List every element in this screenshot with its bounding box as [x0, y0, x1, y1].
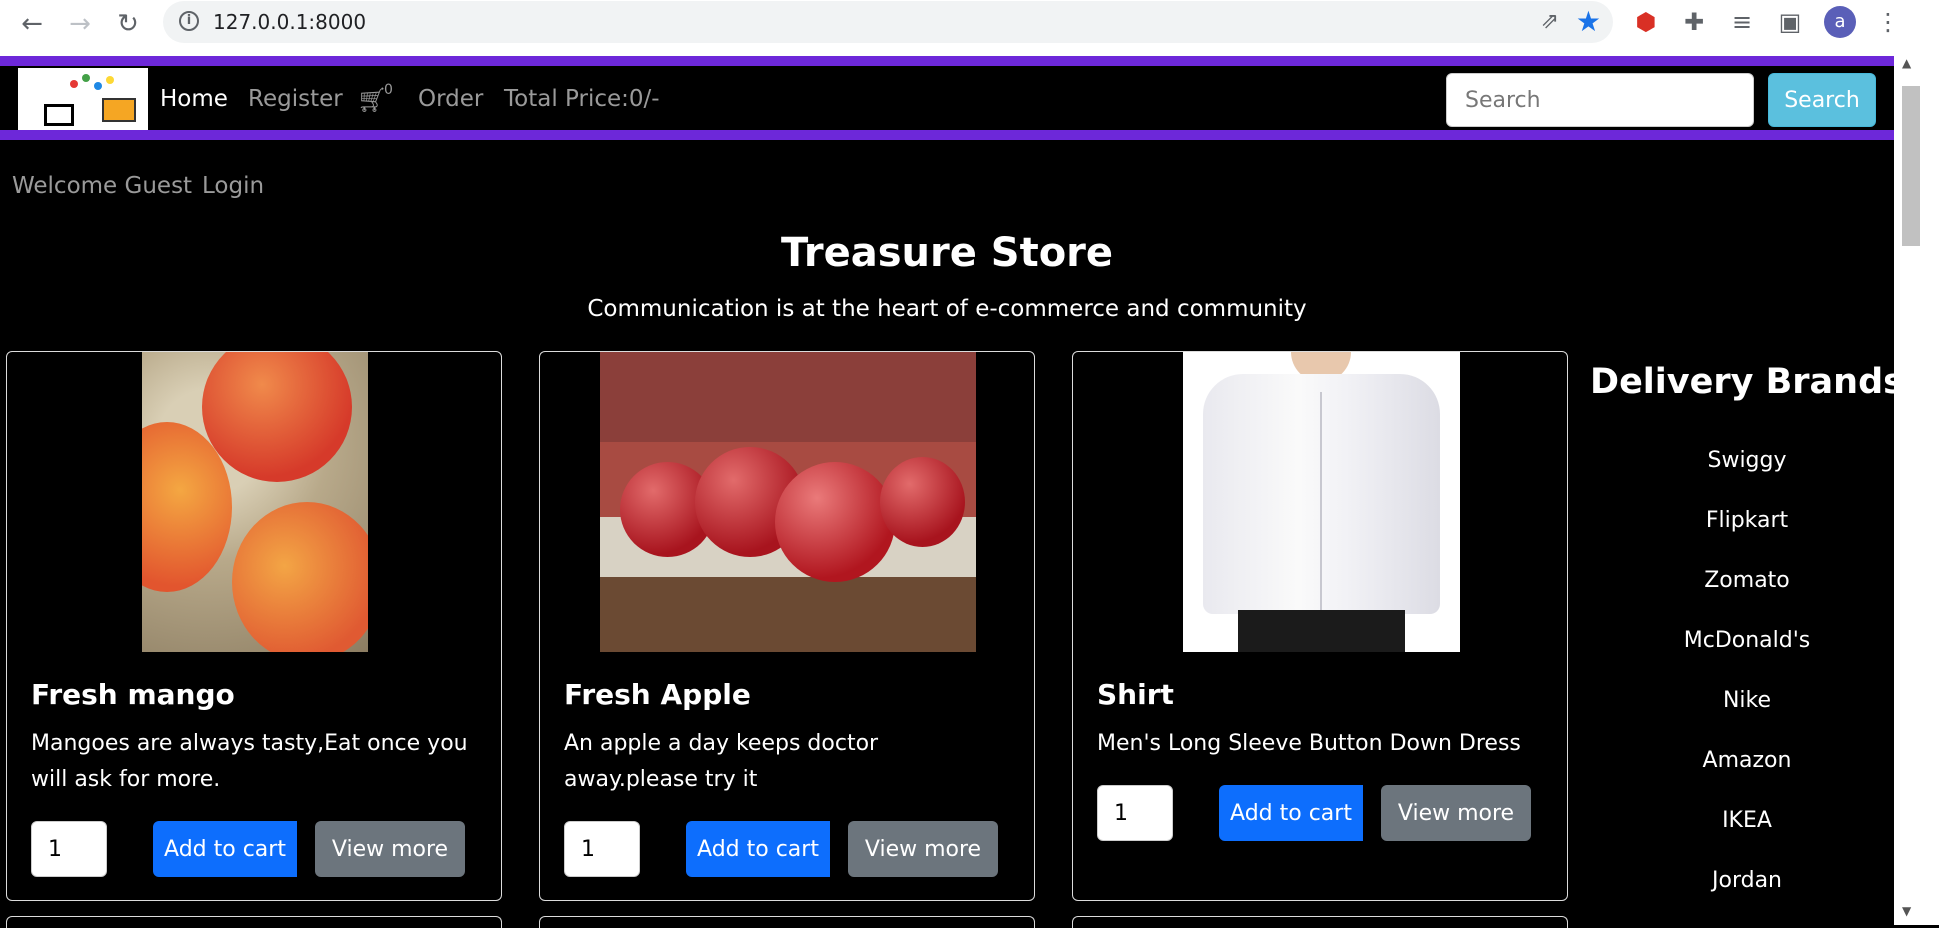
- product-card: Fresh Apple An apple a day keeps doctor …: [539, 351, 1035, 901]
- product-card-next: [1072, 916, 1568, 928]
- brand-item[interactable]: IKEA: [1590, 808, 1904, 833]
- product-title[interactable]: Fresh Apple: [564, 678, 751, 711]
- shirt-placket: [1320, 392, 1322, 612]
- add-to-cart-button[interactable]: Add to cart: [1219, 785, 1363, 841]
- product-description: Men's Long Sleeve Button Down Dress: [1097, 731, 1521, 756]
- page-scrollbar[interactable]: ▲ ▼: [1894, 56, 1939, 925]
- product-card-next: [539, 916, 1035, 928]
- brand-item[interactable]: Zomato: [1590, 568, 1904, 593]
- brand-item[interactable]: McDonald's: [1590, 628, 1904, 653]
- product-image[interactable]: [1183, 352, 1460, 652]
- brand-item[interactable]: Flipkart: [1590, 508, 1904, 533]
- scroll-thumb[interactable]: [1902, 86, 1920, 246]
- view-more-button[interactable]: View more: [315, 821, 465, 877]
- nav-order[interactable]: Order: [418, 86, 483, 112]
- profile-avatar[interactable]: a: [1824, 6, 1856, 38]
- share-icon[interactable]: ⇗: [1541, 9, 1559, 34]
- bottom-accent-bar: [0, 130, 1894, 140]
- navbar: Home Register 🛒︎ 0 Order Total Price:0/-…: [0, 66, 1894, 130]
- trousers-shape: [1238, 610, 1405, 652]
- product-title[interactable]: Fresh mango: [31, 678, 235, 711]
- mango-shape: [202, 352, 352, 482]
- brand-item[interactable]: Jordan: [1590, 868, 1904, 893]
- logo-dot: [82, 74, 90, 82]
- scroll-up-icon[interactable]: ▲: [1902, 56, 1911, 70]
- quantity-input[interactable]: [1097, 785, 1173, 841]
- product-title[interactable]: Shirt: [1097, 678, 1174, 711]
- bookmark-star-icon[interactable]: ★: [1576, 5, 1601, 38]
- side-panel-icon[interactable]: ▣: [1774, 8, 1806, 36]
- site-info-icon[interactable]: i: [179, 11, 199, 31]
- nav-home[interactable]: Home: [160, 86, 228, 112]
- product-card: Fresh mango Mangoes are always tasty,Eat…: [6, 351, 502, 901]
- forward-icon[interactable]: →: [64, 8, 96, 40]
- page-title: Treasure Store: [780, 230, 1114, 276]
- login-link[interactable]: Login: [202, 173, 264, 199]
- logo-dot: [70, 80, 78, 88]
- scroll-down-icon[interactable]: ▼: [1902, 904, 1911, 918]
- url-text: 127.0.0.1:8000: [213, 10, 367, 34]
- logo-dot: [94, 82, 102, 90]
- adblock-icon[interactable]: ⬢: [1630, 8, 1662, 36]
- brand-item[interactable]: Nike: [1590, 688, 1904, 713]
- product-description: An apple a day keeps doctor away.please …: [564, 731, 879, 792]
- search-input[interactable]: [1446, 73, 1754, 127]
- product-card: Shirt Men's Long Sleeve Button Down Dres…: [1072, 351, 1568, 901]
- cart-icon[interactable]: 🛒︎: [357, 86, 387, 114]
- brand-item[interactable]: Swiggy: [1590, 448, 1904, 473]
- media-icon[interactable]: ≡: [1726, 8, 1758, 36]
- add-to-cart-button[interactable]: Add to cart: [153, 821, 297, 877]
- menu-icon[interactable]: ⋮: [1872, 8, 1904, 36]
- product-image[interactable]: [600, 352, 976, 652]
- cart-count-badge: 0: [384, 82, 393, 98]
- add-to-cart-button[interactable]: Add to cart: [686, 821, 830, 877]
- address-bar[interactable]: i 127.0.0.1:8000 ⇗ ★: [163, 1, 1613, 43]
- nav-register[interactable]: Register: [248, 86, 343, 112]
- extensions-icon[interactable]: ✚: [1678, 8, 1710, 36]
- mango-shape: [232, 502, 368, 652]
- store-logo[interactable]: [18, 68, 148, 130]
- product-card-next: [6, 916, 502, 928]
- welcome-text: Welcome Guest: [12, 173, 193, 199]
- view-more-button[interactable]: View more: [1381, 785, 1531, 841]
- apple-shape: [775, 462, 895, 582]
- monitor-icon: [44, 104, 74, 126]
- quantity-input[interactable]: [564, 821, 640, 877]
- quantity-input[interactable]: [31, 821, 107, 877]
- nav-total-price: Total Price:0/-: [504, 86, 660, 112]
- back-icon[interactable]: ←: [16, 8, 48, 40]
- product-image[interactable]: [142, 352, 368, 652]
- logo-dot: [106, 76, 114, 84]
- view-more-button[interactable]: View more: [848, 821, 998, 877]
- shopping-cart-logo-icon: [102, 98, 136, 122]
- delivery-brands-panel: Delivery Brands Swiggy Flipkart Zomato M…: [1590, 362, 1904, 893]
- apple-shape: [880, 457, 965, 547]
- reload-icon[interactable]: ↻: [112, 8, 144, 40]
- product-description: Mangoes are always tasty,Eat once you wi…: [31, 731, 468, 792]
- page-subtitle: Communication is at the heart of e-comme…: [587, 296, 1307, 322]
- brands-heading: Delivery Brands: [1590, 362, 1904, 402]
- search-button[interactable]: Search: [1768, 73, 1876, 127]
- top-accent-bar: [0, 56, 1894, 66]
- brand-item[interactable]: Amazon: [1590, 748, 1904, 773]
- browser-toolbar: ← → ↻ i 127.0.0.1:8000 ⇗ ★ ⬢ ✚ ≡ ▣ a ⋮: [0, 0, 1939, 56]
